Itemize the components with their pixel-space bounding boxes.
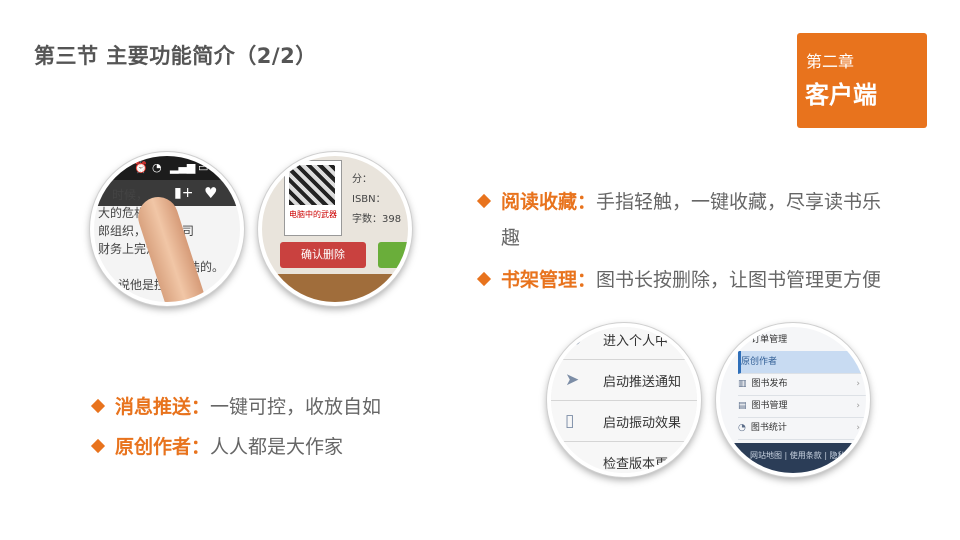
- bookshelf-wood: [262, 274, 408, 302]
- diamond-bullet-icon: [476, 193, 492, 209]
- console-footer: 网站地图 | 使用条款 | 隐私条约: [720, 443, 866, 473]
- phone-vibrate-icon: ▯: [565, 411, 575, 431]
- book-cover: 电脑中的武器: [284, 160, 342, 236]
- diamond-bullet-icon: [476, 271, 492, 287]
- feature-text: 人人都是大作家: [210, 436, 344, 458]
- settings-row-label: 进入个人中: [603, 334, 669, 349]
- settings-row-push[interactable]: ➤ 启动推送通知: [551, 360, 697, 401]
- chapter-badge: 第二章 客户端: [797, 33, 927, 128]
- settings-row-personal[interactable]: ☺ 进入个人中: [551, 327, 697, 360]
- book-meta-line: ISBN：: [352, 194, 386, 205]
- settings-row-vibrate[interactable]: ▯ 启动振动效果: [551, 401, 697, 442]
- feature-message-push: 消息推送：一键可控，收放自如: [90, 389, 381, 425]
- chevron-right-icon: ›: [856, 401, 860, 411]
- feature-shelf-manage: 书架管理：图书长按删除，让图书管理更方便: [476, 262, 881, 298]
- chevron-right-icon: ›: [856, 379, 860, 389]
- menu-item-original-author[interactable]: 原创作者: [738, 351, 866, 374]
- settings-row-label: 检查版本更: [603, 457, 669, 472]
- feature-reading-collect: 阅读收藏：手指轻触，一键收藏，尽享读书乐 趣: [476, 184, 881, 256]
- book-meta-line: 分：: [352, 174, 372, 185]
- settings-row-version[interactable]: ⬇ 检查版本更: [551, 442, 697, 473]
- book-cover-image: [289, 165, 335, 205]
- menu-item-label: 图书管理: [751, 401, 788, 411]
- chapter-name: 客户端: [805, 81, 877, 109]
- menu-item-label: 原创作者: [741, 357, 778, 367]
- menu-item-stats[interactable]: ◔ 图书统计 ›: [738, 417, 866, 440]
- alarm-icon: ⏰: [134, 161, 148, 174]
- bookmark-add-icon[interactable]: ▮+: [174, 185, 193, 201]
- diamond-bullet-icon: [90, 438, 106, 454]
- settings-screenshot: ☺ 进入个人中 ➤ 启动推送通知 ▯ 启动振动效果 ⬇ 检查版本更: [547, 323, 701, 477]
- book-meta-line: 字数：398: [352, 214, 402, 225]
- diamond-bullet-icon: [90, 398, 106, 414]
- settings-row-label: 启动振动效果: [603, 416, 682, 431]
- menu-item-label: 图书发布: [751, 379, 788, 389]
- feature-text: 手指轻触，一键收藏，尽享读书乐: [596, 191, 882, 213]
- feature-label: 书架管理：: [501, 269, 597, 291]
- settings-row-label: 启动推送通知: [603, 375, 682, 390]
- slide-title: 第三节 主要功能简介（2/2）: [34, 44, 317, 68]
- menu-item-manage[interactable]: ▤ 图书管理 ›: [738, 395, 866, 418]
- menu-item-label: 图书统计: [750, 423, 787, 433]
- menu-item-publish[interactable]: ▥ 图书发布 ›: [738, 373, 866, 396]
- person-icon: ☺: [565, 329, 583, 349]
- download-icon: ⬇: [565, 452, 580, 472]
- green-button[interactable]: [378, 242, 408, 268]
- author-console-screenshot: ☰ 订单管理 原创作者 ▥ 图书发布 › ▤ 图书管理 › ◔ 图书统计 › 网站地图 | 使…: [716, 323, 870, 477]
- wifi-icon: ◔: [152, 161, 162, 174]
- battery-icon: ▭: [198, 161, 209, 174]
- reading-screenshot: ⏰ ◔ ▂▄▆ ▭ 时候， 大的危机， 郎组织，以及公司 财务上完洞，我 浩的。…: [90, 152, 244, 306]
- feature-original-author: 原创作者：人人都是大作家: [90, 429, 343, 465]
- signal-icon: ▂▄▆: [170, 161, 196, 174]
- feature-label: 消息推送：: [115, 396, 211, 418]
- list-icon: ☰: [738, 335, 747, 345]
- book-detail-screenshot: 电脑中的武器 分： ISBN： 字数：398 确认删除: [258, 152, 412, 306]
- chapter-number: 第二章: [806, 52, 855, 71]
- feature-text-continued: 趣: [501, 227, 521, 249]
- book-icon: ▥: [738, 379, 747, 389]
- chevron-right-icon: ›: [856, 423, 860, 433]
- pie-chart-icon: ◔: [738, 423, 746, 433]
- feature-label: 原创作者：: [115, 436, 211, 458]
- menu-item-orders[interactable]: ☰ 订单管理: [738, 329, 866, 352]
- confirm-delete-button[interactable]: 确认删除: [280, 242, 366, 268]
- paper-plane-icon: ➤: [565, 370, 580, 390]
- book-meta: 分： ISBN： 字数：398: [352, 170, 401, 230]
- feature-label: 阅读收藏：: [501, 191, 597, 213]
- status-bar: ⏰ ◔ ▂▄▆ ▭: [94, 156, 240, 180]
- menu-item-label: 订单管理: [751, 335, 788, 345]
- books-icon: ▤: [738, 401, 747, 411]
- heart-icon[interactable]: ♥: [204, 184, 217, 202]
- feature-text: 图书长按删除，让图书管理更方便: [596, 269, 882, 291]
- footer-links[interactable]: 网站地图 | 使用条款 | 隐私条约: [750, 450, 862, 461]
- feature-text: 一键可控，收放自如: [210, 396, 382, 418]
- book-cover-title: 电脑中的武器: [289, 210, 337, 219]
